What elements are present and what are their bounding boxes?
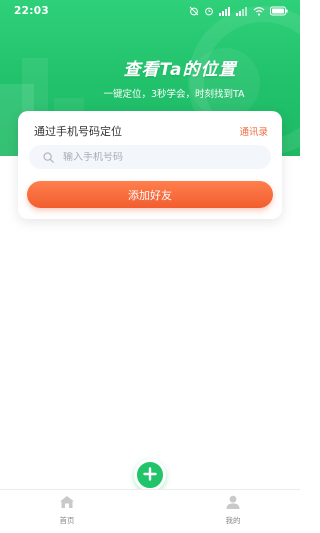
search-icon bbox=[43, 151, 54, 163]
phone-locate-card: 通过手机号码定位 通讯录 添加好友 bbox=[18, 111, 282, 219]
signal-hd-icon bbox=[219, 6, 231, 16]
alarm-icon bbox=[204, 6, 214, 16]
signal-icon bbox=[236, 6, 248, 16]
user-icon bbox=[225, 494, 241, 513]
home-icon bbox=[59, 494, 75, 513]
tab-home-label: 首页 bbox=[59, 516, 75, 525]
add-action-button[interactable] bbox=[134, 459, 166, 491]
status-bar: 22:03 bbox=[0, 0, 300, 22]
phone-search-field[interactable] bbox=[29, 145, 271, 169]
contacts-link[interactable]: 通讯录 bbox=[239, 124, 268, 138]
battery-icon bbox=[270, 6, 288, 16]
status-time: 22:03 bbox=[14, 5, 49, 17]
tab-mine[interactable]: 我的 bbox=[203, 494, 263, 530]
bottom-tab-bar: 首页 我的 bbox=[0, 489, 300, 533]
status-icons bbox=[189, 6, 288, 16]
card-title: 通过手机号码定位 bbox=[34, 125, 122, 138]
add-friend-button[interactable]: 添加好友 bbox=[27, 181, 273, 208]
tab-home[interactable]: 首页 bbox=[37, 494, 97, 530]
phone-input[interactable] bbox=[63, 151, 253, 163]
tab-mine-label: 我的 bbox=[225, 516, 241, 525]
hero-title: 查看Ta的位置 bbox=[123, 60, 237, 80]
alarm-off-icon bbox=[189, 6, 199, 16]
plus-icon bbox=[143, 466, 157, 485]
wifi-icon bbox=[253, 6, 265, 16]
hero-subtitle: 一键定位，3秒学会，时刻找到TA bbox=[103, 89, 245, 100]
